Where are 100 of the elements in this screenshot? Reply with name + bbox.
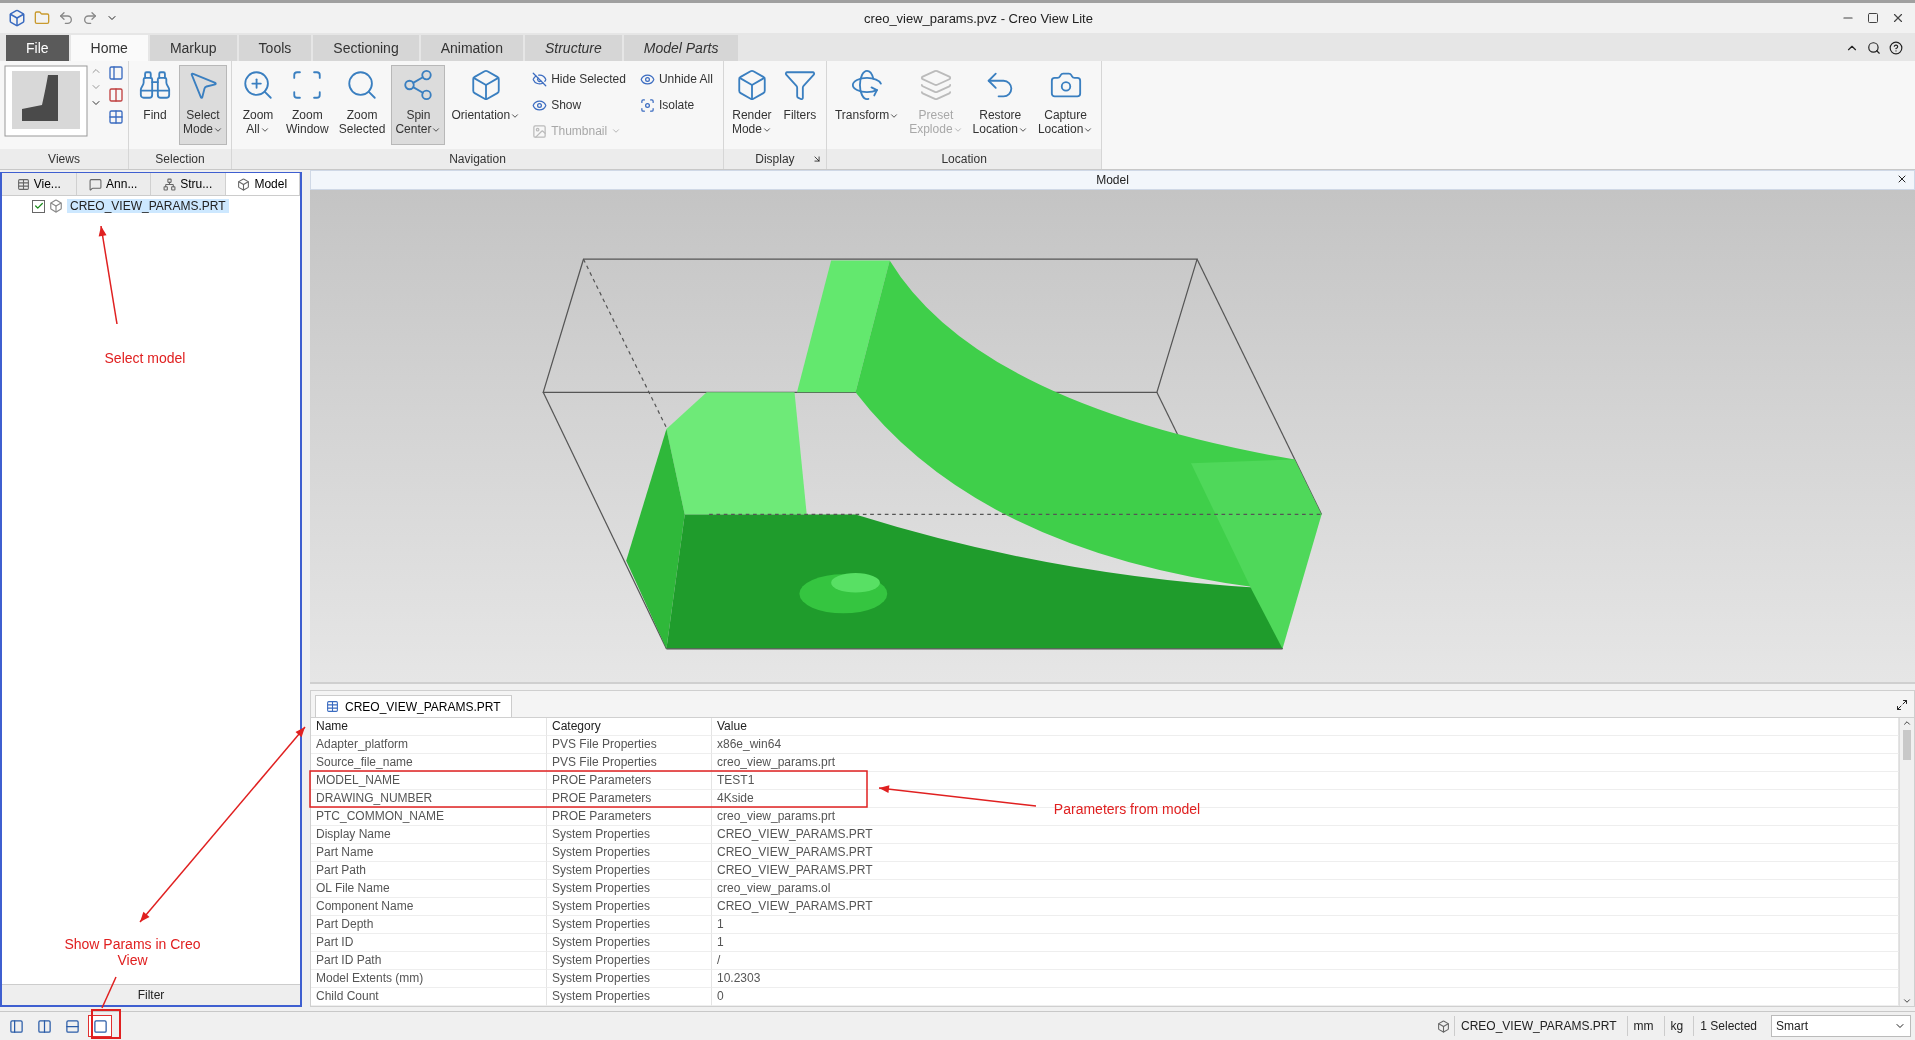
- table-cell: System Properties: [547, 916, 712, 934]
- axes-button[interactable]: Transform: [830, 65, 904, 145]
- undo-icon[interactable]: [58, 10, 74, 26]
- isolate-icon: [639, 97, 655, 113]
- table-cell: Part Name: [311, 844, 547, 862]
- table-cell: creo_view_params.ol: [712, 880, 1899, 898]
- column-header[interactable]: Category: [547, 718, 712, 736]
- table-cell: Child Count: [311, 988, 547, 1006]
- isolate-button[interactable]: Isolate: [633, 93, 719, 117]
- table-cell: PROE Parameters: [547, 772, 712, 790]
- table-cell: System Properties: [547, 862, 712, 880]
- layout-button[interactable]: [88, 1015, 112, 1037]
- undo-button[interactable]: Restore Location: [968, 65, 1032, 145]
- rows-icon: [64, 1018, 80, 1034]
- zoom-window-button[interactable]: Zoom Window: [282, 65, 333, 145]
- highlight-frame: [91, 1009, 121, 1039]
- table-cell: PROE Parameters: [547, 808, 712, 826]
- zoom-button[interactable]: Zoom All: [236, 65, 281, 145]
- table-cell: creo_view_params.prt: [712, 754, 1899, 772]
- funnel-icon: [782, 68, 817, 102]
- binoculars-button[interactable]: Find: [133, 65, 177, 145]
- ribbon-tab[interactable]: Animation: [420, 35, 523, 61]
- close-icon[interactable]: [1896, 173, 1908, 185]
- redo-icon[interactable]: [82, 10, 98, 26]
- table-cell: MODEL_NAME: [311, 772, 547, 790]
- tree-item[interactable]: CREO_VIEW_PARAMS.PRT: [67, 199, 229, 213]
- spin-center-button[interactable]: Spin Center: [391, 65, 446, 145]
- search-icon[interactable]: [1867, 41, 1881, 55]
- table-cell: Model Extents (mm): [311, 970, 547, 988]
- table-cell: CREO_VIEW_PARAMS.PRT: [712, 826, 1899, 844]
- cube-button[interactable]: Orientation: [447, 65, 525, 145]
- show-button[interactable]: Show: [526, 93, 632, 117]
- part-icon: [1437, 1019, 1450, 1033]
- window-title: creo_view_params.pvz - Creo View Lite: [863, 10, 1094, 26]
- scroll-down-icon[interactable]: [1902, 996, 1912, 1006]
- ribbon-tab[interactable]: Tools: [238, 35, 312, 61]
- scroll-up-icon[interactable]: [1902, 718, 1912, 728]
- table-cell: System Properties: [547, 952, 712, 970]
- maximize-icon: [1867, 12, 1879, 24]
- table-cell: PROE Parameters: [547, 790, 712, 808]
- square-icon: [92, 1018, 108, 1034]
- annotation-text: Show Params in Creo View: [63, 936, 202, 968]
- open-icon[interactable]: [34, 10, 50, 26]
- status-part: CREO_VIEW_PARAMS.PRT: [1454, 1016, 1623, 1036]
- table-cell: 1: [712, 916, 1899, 934]
- columns-icon: [36, 1018, 52, 1034]
- mode-dropdown[interactable]: Smart: [1771, 1015, 1911, 1037]
- hide-button[interactable]: Hide Selected: [526, 67, 632, 91]
- group-title: Views: [48, 152, 80, 166]
- maximize-button[interactable]: [1865, 10, 1881, 26]
- launcher-icon[interactable]: [811, 154, 822, 164]
- checkbox[interactable]: [32, 199, 45, 213]
- table-cell: PVS File Properties: [547, 736, 712, 754]
- properties-tab[interactable]: CREO_VIEW_PARAMS.PRT: [315, 695, 512, 717]
- table-cell: OL File Name: [311, 880, 547, 898]
- table-cell: CREO_VIEW_PARAMS.PRT: [712, 898, 1899, 916]
- table-cell: PVS File Properties: [547, 754, 712, 772]
- ribbon-tab[interactable]: Sectioning: [313, 35, 419, 61]
- view-thumbnail-icon[interactable]: [4, 65, 88, 137]
- grid-icon[interactable]: [108, 109, 124, 125]
- ribbon-tab[interactable]: Markup: [149, 35, 237, 61]
- unhide-button[interactable]: Unhide All: [633, 67, 719, 91]
- camera-button[interactable]: Capture Location: [1033, 65, 1098, 145]
- ribbon-tab[interactable]: File: [6, 35, 69, 61]
- app-icon: [8, 9, 26, 27]
- table-cell: Part ID: [311, 934, 547, 952]
- binoculars-icon: [138, 68, 172, 102]
- table-cell: System Properties: [547, 934, 712, 952]
- left-panel-icon: [8, 1018, 24, 1034]
- ribbon-tab[interactable]: Structure: [524, 35, 622, 61]
- funnel-button[interactable]: Filters: [777, 65, 822, 145]
- view-icon[interactable]: [108, 87, 124, 103]
- filter-bar[interactable]: Filter: [2, 984, 300, 1005]
- table-cell: System Properties: [547, 880, 712, 898]
- group-title: Display: [755, 152, 795, 166]
- table-cell: 0: [712, 988, 1899, 1006]
- cube-button[interactable]: Render Mode: [727, 65, 776, 145]
- help-icon[interactable]: [1889, 41, 1903, 55]
- zoom-selected-button[interactable]: Zoom Selected: [334, 65, 390, 145]
- table-cell: TEST1: [712, 772, 1899, 790]
- structure-icon: [163, 177, 177, 191]
- table-icon: [16, 177, 30, 191]
- scroll-thumb[interactable]: [1903, 730, 1911, 760]
- table-cell: x86e_win64: [712, 736, 1899, 754]
- pointer-button[interactable]: Select Mode: [179, 65, 228, 145]
- column-header[interactable]: Value: [712, 718, 1899, 736]
- hide-icon: [532, 71, 548, 87]
- annotation-text: Select model: [103, 350, 187, 366]
- ribbon-tab[interactable]: Home: [70, 35, 148, 61]
- column-header[interactable]: Name: [311, 718, 547, 736]
- view-icon[interactable]: [108, 65, 124, 81]
- panel-tab[interactable]: Model: [225, 173, 300, 195]
- table-cell: System Properties: [547, 826, 712, 844]
- table-cell: 10.2303: [712, 970, 1899, 988]
- group-title: Navigation: [449, 152, 506, 166]
- part-icon: [49, 199, 63, 213]
- maximize-icon[interactable]: [1896, 699, 1908, 711]
- scrollbar[interactable]: [1899, 718, 1914, 1006]
- ribbon-tab[interactable]: Model Parts: [623, 35, 739, 61]
- table-cell: Display Name: [311, 826, 547, 844]
